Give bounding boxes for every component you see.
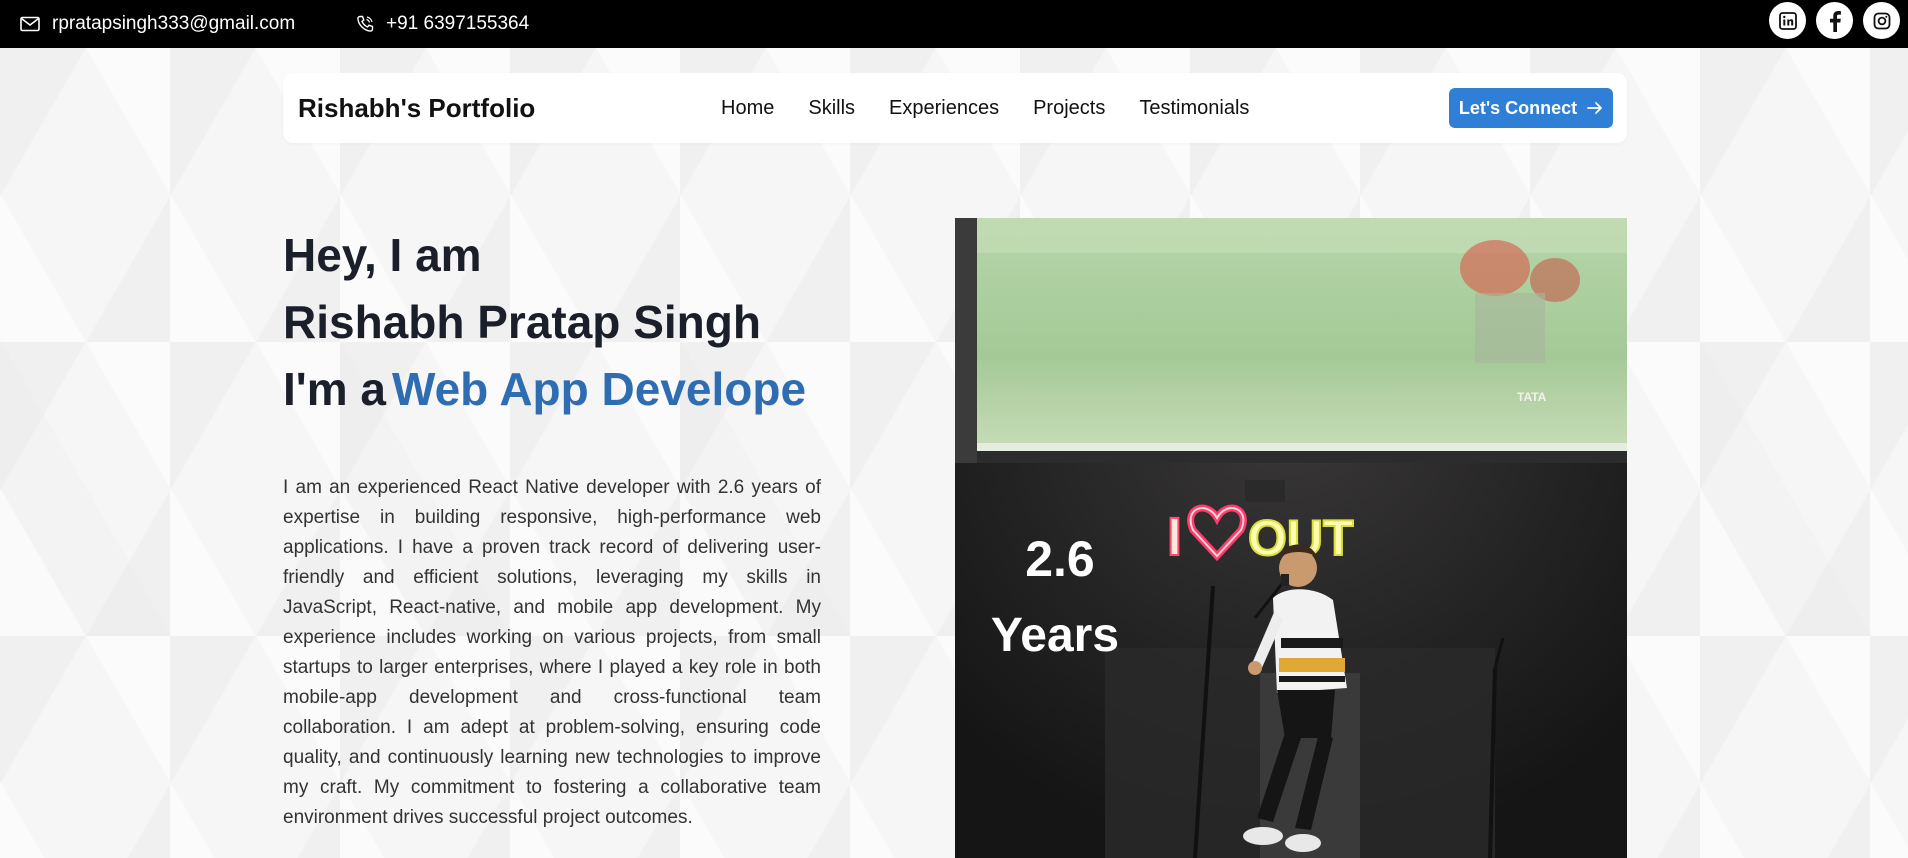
nav-links: Home Skills Experiences Projects Testimo… — [721, 73, 1283, 143]
navbar: Rishabh's Portfolio Home Skills Experien… — [283, 73, 1627, 143]
brand-logo[interactable]: Rishabh's Portfolio — [298, 73, 535, 143]
hero-role: I'm a Web App Develope — [283, 356, 806, 423]
hero-greeting: Hey, I am — [283, 229, 482, 281]
social-links — [1769, 2, 1900, 39]
lets-connect-label: Let's Connect — [1458, 97, 1578, 118]
facebook-button[interactable] — [1816, 2, 1853, 39]
nav-link-experiences[interactable]: Experiences — [889, 97, 999, 120]
email-text: rpratapsingh333@gmail.com — [52, 13, 296, 34]
linkedin-button[interactable] — [1769, 2, 1806, 39]
instagram-button[interactable] — [1863, 2, 1900, 39]
nav-link-home[interactable]: Home — [721, 97, 774, 120]
hero-name: Rishabh Pratap Singh — [283, 296, 761, 348]
phone-text: +91 6397155364 — [386, 13, 530, 34]
screen-logo: TATA — [1517, 390, 1547, 404]
experience-years-label: Years — [990, 609, 1120, 662]
phone-icon — [357, 15, 374, 32]
nav-link-skills[interactable]: Skills — [808, 97, 855, 120]
svg-text:I: I — [1167, 507, 1182, 567]
hero-bio: I am an experienced React Native develop… — [283, 477, 821, 828]
facebook-icon — [1829, 10, 1841, 32]
hero-role-typed: Web App Develope — [391, 363, 807, 415]
phone-contact[interactable]: +91 6397155364 — [356, 0, 529, 48]
hero-heading: Hey, I am Rishabh Pratap Singh I'm a Web … — [283, 222, 806, 423]
mail-icon — [20, 16, 40, 32]
hero-role-prefix: I'm a — [283, 363, 386, 415]
lets-connect-button[interactable]: Let's Connect — [1449, 88, 1613, 128]
linkedin-icon — [1778, 11, 1797, 30]
experience-years-value: 2.6 — [1025, 531, 1095, 587]
arrow-right-icon — [1587, 102, 1603, 114]
nav-link-projects[interactable]: Projects — [1033, 97, 1105, 120]
nav-link-testimonials[interactable]: Testimonials — [1139, 97, 1249, 120]
instagram-icon — [1873, 12, 1890, 29]
top-contact-bar: rpratapsingh333@gmail.com +91 6397155364 — [0, 0, 1908, 48]
email-contact[interactable]: rpratapsingh333@gmail.com — [20, 0, 295, 48]
